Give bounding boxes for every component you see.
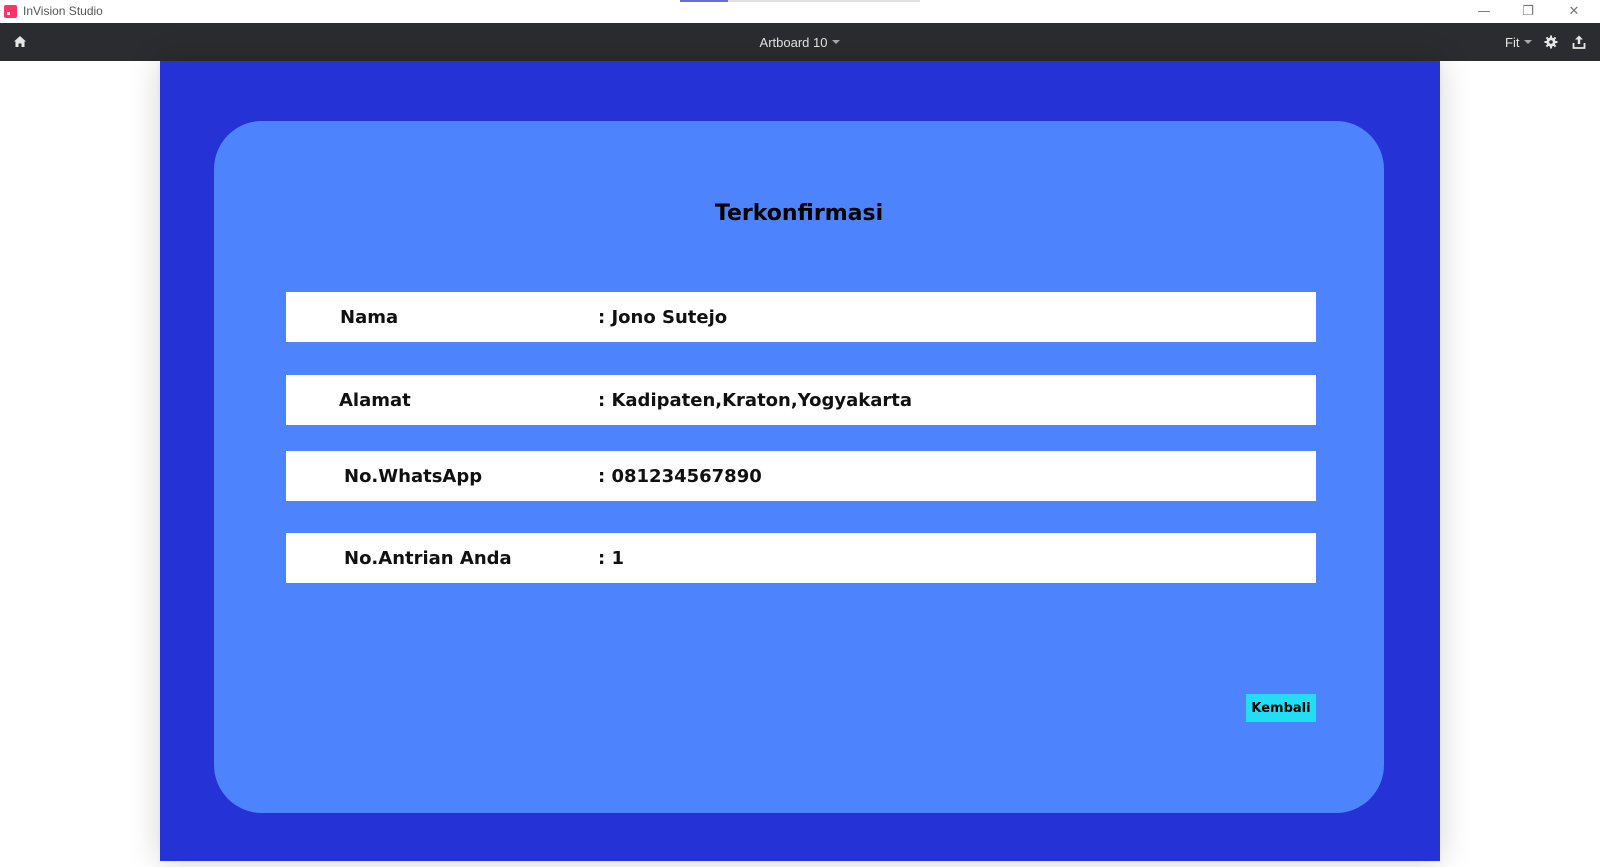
- maximize-button[interactable]: ❐: [1506, 0, 1550, 22]
- zoom-dropdown[interactable]: Fit: [1505, 23, 1533, 61]
- row-value: : 081234567890: [598, 465, 762, 487]
- zoom-label: Fit: [1505, 34, 1520, 50]
- gear-icon[interactable]: [1544, 35, 1558, 49]
- artboard-title: Artboard 10: [759, 34, 828, 50]
- row-value: : Jono Sutejo: [598, 306, 728, 328]
- active-tab-indicator: [680, 0, 728, 2]
- chevron-down-icon: [1524, 40, 1533, 44]
- share-icon[interactable]: [1571, 34, 1587, 50]
- window-titlebar: InVision Studio — ❐ ✕: [0, 0, 1600, 23]
- minimize-button[interactable]: —: [1462, 0, 1506, 22]
- info-row-alamat: Alamat : Kadipaten,Kraton,Yogyakarta: [286, 375, 1316, 425]
- artboard: Terkonfirmasi Nama : Jono Sutejo Alamat …: [160, 61, 1440, 861]
- close-window-button[interactable]: ✕: [1552, 0, 1596, 22]
- row-label: No.Antrian Anda: [344, 547, 512, 569]
- chevron-down-icon: [832, 40, 841, 44]
- app-toolbar: Artboard 10 Fit: [0, 23, 1600, 61]
- info-row-nama: Nama : Jono Sutejo: [286, 292, 1316, 342]
- row-label: No.WhatsApp: [344, 465, 483, 487]
- info-row-antrian: No.Antrian Anda : 1: [286, 533, 1316, 583]
- artboard-selector[interactable]: Artboard 10: [760, 35, 841, 50]
- row-value: : 1: [598, 547, 624, 569]
- row-label: Nama: [340, 306, 399, 328]
- row-value: : Kadipaten,Kraton,Yogyakarta: [598, 389, 912, 411]
- design-canvas: Terkonfirmasi Nama : Jono Sutejo Alamat …: [0, 61, 1600, 867]
- app-title: InVision Studio: [23, 4, 103, 18]
- tab-indicator: [680, 0, 920, 2]
- home-icon[interactable]: [12, 34, 28, 50]
- document-title-bar: Artboard 10: [0, 23, 1600, 61]
- info-row-whatsapp: No.WhatsApp : 081234567890: [286, 451, 1316, 501]
- back-button[interactable]: Kembali: [1246, 694, 1316, 722]
- page-title: Terkonfirmasi: [714, 201, 884, 226]
- invision-logo-icon: [4, 5, 17, 18]
- confirmation-card: Terkonfirmasi Nama : Jono Sutejo Alamat …: [214, 121, 1384, 813]
- row-label: Alamat: [339, 389, 411, 411]
